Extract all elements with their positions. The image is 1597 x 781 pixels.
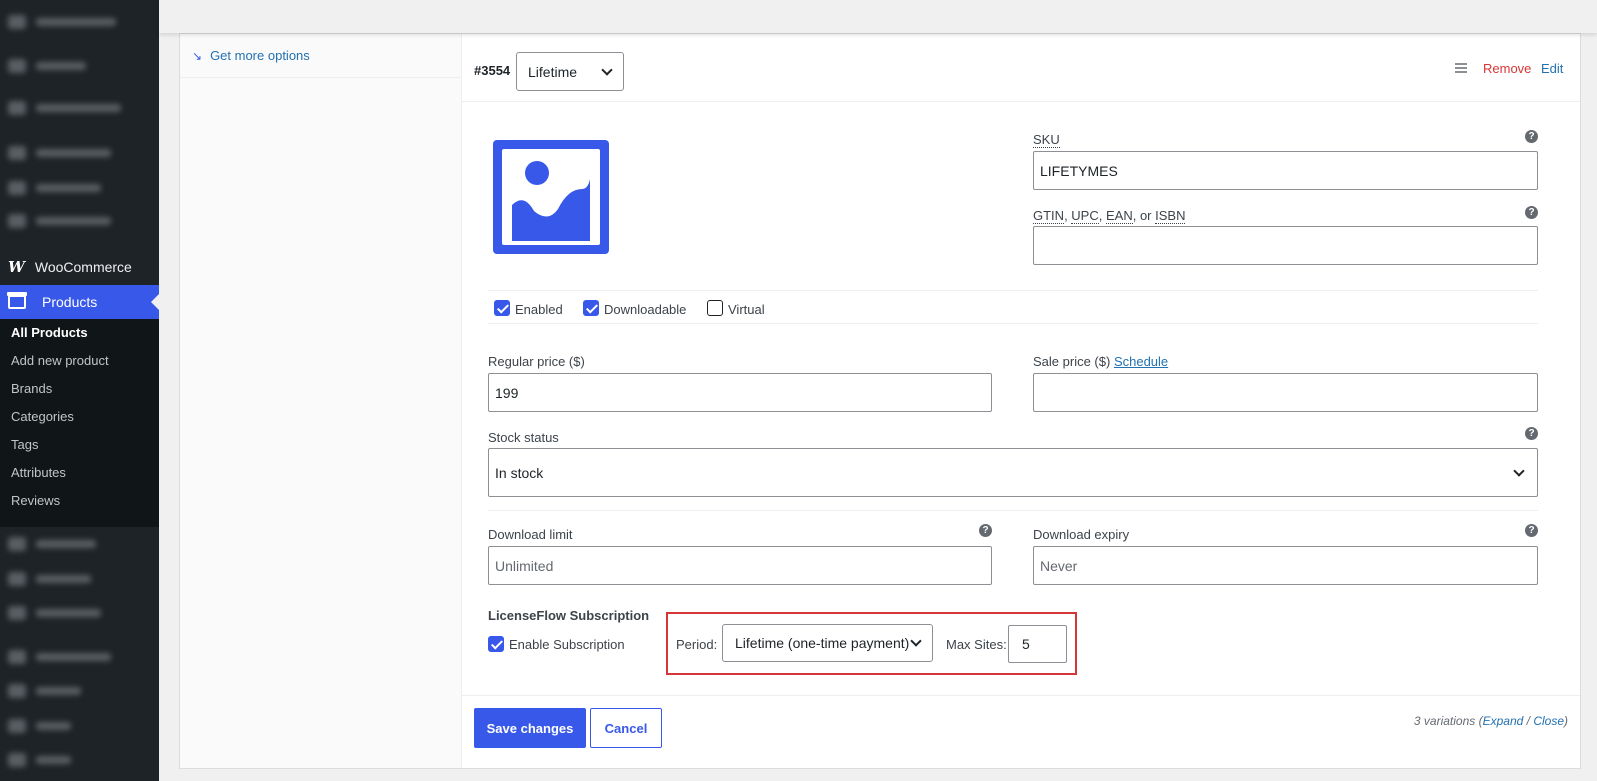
menu-woocommerce[interactable]: W WooCommerce — [0, 255, 159, 279]
help-icon[interactable]: ? — [1525, 524, 1538, 537]
variation-panel: #3554 Lifetime Remove Edit SKU ? LIFETYM… — [462, 34, 1580, 768]
blurred-menu-item[interactable] — [0, 679, 159, 703]
submenu-brands[interactable]: Brands — [11, 381, 52, 396]
get-more-options-label: Get more options — [210, 48, 310, 63]
gtin-input[interactable] — [1033, 226, 1538, 265]
save-changes-button[interactable]: Save changes — [474, 708, 586, 748]
help-icon[interactable]: ? — [979, 524, 992, 537]
enable-subscription-label: Enable Subscription — [509, 637, 625, 652]
remove-variation-link[interactable]: Remove — [1483, 61, 1531, 76]
blurred-menu-item[interactable] — [0, 141, 159, 165]
download-expiry-placeholder: Never — [1040, 557, 1078, 574]
regular-price-label: Regular price ($) — [488, 354, 585, 369]
blurred-menu-item[interactable] — [0, 54, 159, 78]
blurred-menu-item[interactable] — [0, 96, 159, 120]
download-limit-input[interactable]: Unlimited — [488, 546, 992, 585]
sku-label: SKU — [1033, 132, 1060, 148]
download-limit-placeholder: Unlimited — [495, 557, 554, 574]
blurred-menu-item[interactable] — [0, 209, 159, 233]
period-label: Period: — [676, 637, 718, 652]
menu-woocommerce-label: WooCommerce — [34, 259, 132, 275]
download-limit-label: Download limit — [488, 527, 573, 542]
stock-status-select[interactable]: In stock — [488, 448, 1538, 497]
expand-link[interactable]: Expand — [1483, 714, 1524, 728]
virtual-checkbox[interactable] — [707, 300, 723, 316]
menu-products[interactable]: Products — [0, 285, 159, 319]
divider — [488, 510, 1538, 511]
submenu-attributes[interactable]: Attributes — [11, 465, 66, 480]
submenu-add-new-product[interactable]: Add new product — [11, 353, 109, 368]
chevron-down-icon — [910, 635, 922, 647]
regular-price-value: 199 — [495, 384, 519, 401]
menu-products-label: Products — [42, 294, 98, 310]
sku-input[interactable]: LIFETYMES — [1033, 151, 1538, 190]
get-more-options-link[interactable]: ↘ Get more options — [180, 34, 462, 78]
period-value: Lifetime (one-time payment) — [735, 635, 910, 651]
help-icon[interactable]: ? — [1525, 130, 1538, 143]
blurred-menu-item[interactable] — [0, 532, 159, 556]
chevron-down-icon — [601, 64, 613, 76]
product-data-tabs: ↘ Get more options — [180, 34, 462, 768]
download-expiry-label: Download expiry — [1033, 527, 1130, 542]
period-select[interactable]: Lifetime (one-time payment) — [722, 624, 933, 662]
edit-variation-link[interactable]: Edit — [1541, 61, 1563, 76]
archive-box-icon — [7, 292, 27, 309]
divider — [488, 323, 1538, 324]
help-icon[interactable]: ? — [1525, 206, 1538, 219]
stock-status-value: In stock — [495, 464, 544, 481]
blurred-menu-item[interactable] — [0, 714, 159, 738]
chevron-down-icon — [1513, 465, 1525, 477]
blurred-menu-item[interactable] — [0, 601, 159, 625]
submenu-all-products[interactable]: All Products — [11, 325, 88, 340]
help-icon[interactable]: ? — [1525, 427, 1538, 440]
variation-image-upload[interactable] — [493, 140, 609, 254]
max-sites-value: 5 — [1022, 636, 1030, 652]
submenu-reviews[interactable]: Reviews — [11, 493, 60, 508]
stock-status-label: Stock status — [488, 430, 559, 445]
variation-attribute-select[interactable]: Lifetime — [516, 52, 624, 91]
licenseflow-title: LicenseFlow Subscription — [488, 608, 650, 623]
variation-id: #3554 — [474, 63, 511, 78]
top-strip — [159, 0, 1597, 33]
submenu-categories[interactable]: Categories — [11, 409, 74, 424]
enabled-checkbox[interactable] — [494, 300, 510, 316]
variation-header: #3554 Lifetime Remove Edit — [462, 34, 1580, 102]
downloadable-checkbox[interactable] — [583, 300, 599, 316]
blurred-menu-item[interactable] — [0, 645, 159, 669]
product-data-panel: ↘ Get more options #3554 Lifetime Remove… — [179, 33, 1581, 769]
downloadable-label: Downloadable — [604, 302, 687, 317]
virtual-label: Virtual — [728, 302, 765, 317]
blurred-menu-item[interactable] — [0, 10, 159, 34]
max-sites-input[interactable]: 5 — [1008, 625, 1067, 663]
drag-handle-icon[interactable] — [1455, 63, 1467, 75]
divider — [488, 290, 1538, 291]
submenu-tags[interactable]: Tags — [11, 437, 38, 452]
blurred-menu-item[interactable] — [0, 567, 159, 591]
current-menu-arrow — [151, 294, 159, 310]
gtin-label: GTIN, UPC, EAN, or ISBN — [1033, 208, 1186, 224]
plugin-icon: ↘ — [192, 48, 203, 63]
products-submenu: All Products Add new product Brands Cate… — [0, 319, 159, 527]
variations-count: 3 variations (Expand / Close) — [1413, 714, 1568, 728]
download-expiry-input[interactable]: Never — [1033, 546, 1538, 585]
enable-subscription-checkbox[interactable] — [488, 636, 504, 652]
sale-price-input[interactable] — [1033, 373, 1538, 412]
woocommerce-icon: W — [8, 258, 25, 276]
cancel-button[interactable]: Cancel — [590, 708, 662, 748]
blurred-menu-item[interactable] — [0, 748, 159, 772]
variation-attribute-value: Lifetime — [528, 63, 578, 80]
image-placeholder-icon — [502, 149, 600, 245]
blurred-menu-item[interactable] — [0, 176, 159, 200]
enabled-label: Enabled — [515, 302, 563, 317]
regular-price-input[interactable]: 199 — [488, 373, 992, 412]
schedule-link[interactable]: Schedule — [1114, 354, 1168, 369]
close-link[interactable]: Close — [1533, 714, 1564, 728]
max-sites-label: Max Sites: — [946, 637, 1007, 652]
variations-footer: Save changes Cancel 3 variations (Expand… — [462, 695, 1580, 768]
sku-value: LIFETYMES — [1040, 162, 1118, 179]
admin-sidebar: W WooCommerce Products All Products Add … — [0, 0, 159, 781]
sale-price-label: Sale price ($) Schedule — [1033, 354, 1169, 369]
